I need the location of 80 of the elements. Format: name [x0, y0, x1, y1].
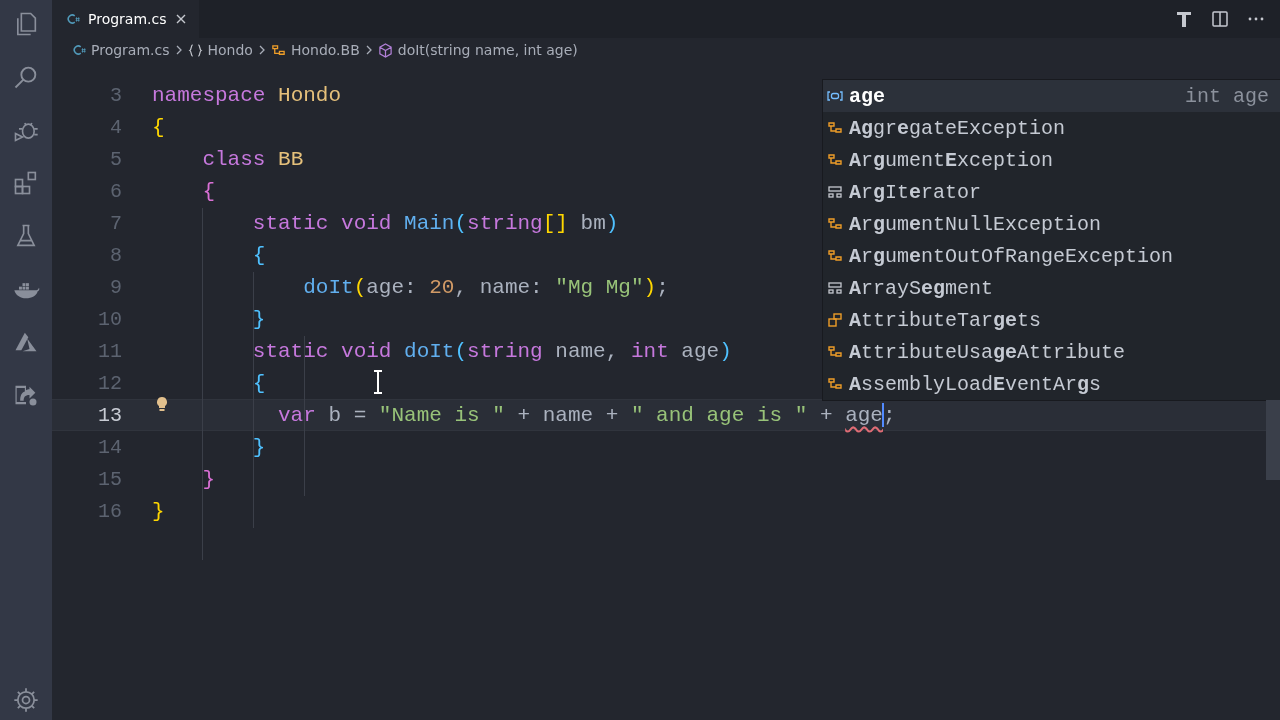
- suggestion-item[interactable]: ArraySegment: [823, 272, 1280, 304]
- suggestion-item[interactable]: ArgIterator: [823, 176, 1280, 208]
- class-icon: [827, 120, 843, 136]
- braces-icon: [187, 42, 203, 58]
- lightbulb-icon[interactable]: [156, 395, 168, 412]
- line-number: 4: [110, 115, 122, 139]
- suggestion-label: age: [849, 84, 885, 108]
- class-icon: [270, 42, 286, 58]
- suggestion-item[interactable]: ArgumentException: [823, 144, 1280, 176]
- breadcrumb-item[interactable]: Hondo: [207, 42, 253, 58]
- suggestion-item[interactable]: ArgumentNullException: [823, 208, 1280, 240]
- suggestion-item[interactable]: AttributeUsageAttribute: [823, 336, 1280, 368]
- code-line: }: [201, 467, 215, 491]
- code-line: {: [251, 371, 266, 395]
- suggestion-item[interactable]: AggregateException: [823, 112, 1280, 144]
- line-number: 9: [110, 275, 122, 299]
- code-line: class BB: [201, 147, 304, 171]
- breadcrumb-item[interactable]: Hondo.BB: [290, 42, 360, 58]
- line-number: 8: [110, 243, 122, 267]
- suggestion-item[interactable]: AssemblyLoadEventArgs: [823, 368, 1280, 400]
- suggestion-label: AssemblyLoadEventArgs: [849, 372, 1102, 396]
- csharp-icon: [72, 43, 86, 57]
- suggestion-label: ArgumentNullException: [849, 212, 1102, 236]
- split-editor-icon[interactable]: [1210, 9, 1230, 29]
- code-line: var b = "Name is " + name + " and age is " + age;: [277, 403, 896, 427]
- suggestion-label: ArraySegment: [849, 276, 994, 300]
- class-icon: [827, 376, 843, 392]
- line-number: 11: [98, 339, 122, 363]
- breadcrumb-item[interactable]: doIt(string name, int age): [397, 42, 578, 58]
- line-number: 7: [110, 211, 122, 235]
- settings-icon[interactable]: [12, 686, 40, 714]
- code-line: static void Main(string[] bm): [251, 211, 619, 235]
- code-line: doIt(age: 20, name: "Mg Mg");: [302, 275, 669, 299]
- suggestion-label: ArgumentOutOfRangeException: [849, 244, 1174, 268]
- code-line: static void doIt(string name, int age): [251, 339, 732, 363]
- breadcrumb-item[interactable]: Program.cs: [91, 42, 170, 58]
- code-line: namespace Hondo: [152, 83, 342, 107]
- text-icon[interactable]: [1174, 9, 1194, 29]
- line-number: 10: [98, 307, 122, 331]
- enum-icon: [827, 312, 843, 328]
- suggestion-label: AttributeTargets: [849, 308, 1042, 332]
- text-cursor-icon: [373, 370, 383, 394]
- code-line: {: [201, 179, 215, 203]
- class-icon: [827, 216, 843, 232]
- class-icon: [827, 344, 843, 360]
- line-number: 13: [98, 403, 122, 427]
- csharp-icon: [66, 12, 80, 26]
- suggestion-label: AttributeUsageAttribute: [849, 340, 1126, 364]
- line-number: 12: [98, 371, 122, 395]
- code-line: }: [251, 435, 266, 459]
- line-number: 5: [110, 147, 122, 171]
- suggestion-label: AggregateException: [849, 116, 1066, 140]
- code-line: }: [251, 307, 266, 331]
- line-number: 16: [98, 499, 122, 523]
- struct-icon: [827, 280, 843, 296]
- editor-tab[interactable]: Program.cs: [52, 0, 199, 38]
- suggestion-label: ArgumentException: [849, 148, 1054, 172]
- class-icon: [827, 152, 843, 168]
- suggestion-label: ArgIterator: [849, 180, 982, 204]
- suggestion-item[interactable]: age int age: [823, 80, 1280, 112]
- class-icon: [827, 248, 843, 264]
- chevron-icon: [364, 44, 373, 56]
- chevron-icon: [257, 44, 266, 56]
- code-line: {: [251, 243, 266, 267]
- variable-icon: [827, 88, 843, 104]
- close-icon[interactable]: [174, 13, 187, 25]
- code-line: {: [152, 115, 165, 139]
- scrollbar-thumb[interactable]: [1266, 400, 1280, 480]
- line-number: 14: [98, 435, 122, 459]
- suggestion-detail: int age: [1185, 84, 1269, 108]
- suggestion-item[interactable]: ArgumentOutOfRangeException: [823, 240, 1280, 272]
- struct-icon: [827, 184, 843, 200]
- line-number: 15: [98, 467, 122, 491]
- chevron-icon: [174, 44, 183, 56]
- suggestion-item[interactable]: AttributeTargets: [823, 304, 1280, 336]
- line-number: 6: [110, 179, 122, 203]
- cube-icon: [377, 42, 393, 58]
- line-number: 3: [110, 83, 122, 107]
- tab-label: Program.cs: [88, 11, 167, 27]
- code-line: }: [152, 499, 165, 523]
